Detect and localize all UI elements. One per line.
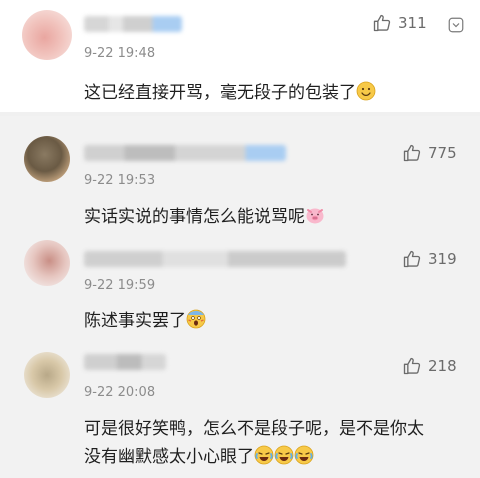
reply-text: 实话实说的事情怎么能说骂呢 — [84, 202, 325, 227]
reply-text-line2: 没有幽默感太小心眼了 — [84, 442, 314, 467]
reply-time: 9-22 19:59 — [84, 278, 156, 293]
username-blurred[interactable] — [84, 354, 166, 370]
like-count: 218 — [428, 357, 457, 375]
laugh-cry-emoji — [254, 445, 274, 465]
laugh-cry-emoji — [274, 445, 294, 465]
laugh-cry-emoji — [294, 445, 314, 465]
more-options-icon[interactable] — [447, 16, 465, 34]
username-blurred[interactable] — [84, 16, 182, 32]
smile-emoji — [356, 81, 376, 101]
reply-time: 9-22 20:08 — [84, 385, 156, 400]
like-count: 319 — [428, 250, 457, 268]
avatar[interactable] — [24, 352, 70, 398]
comment-time: 9-22 19:48 — [84, 46, 156, 61]
like-count: 311 — [398, 14, 427, 32]
thumbs-up-icon — [373, 14, 391, 32]
thumbs-up-icon — [403, 144, 421, 162]
like-button[interactable]: 218 — [402, 356, 457, 376]
pig-emoji — [306, 208, 324, 224]
avatar[interactable] — [24, 240, 70, 286]
reply-text: 陈述事实罢了 — [84, 306, 206, 331]
thumbs-up-icon — [403, 250, 421, 268]
top-comment: 9-22 19:48 311 这已经直接开骂，毫无段子的包装了 — [0, 0, 480, 116]
like-count: 775 — [428, 144, 457, 162]
like-button[interactable]: 311 — [372, 13, 427, 33]
username-blurred[interactable] — [84, 145, 286, 161]
avatar[interactable] — [24, 136, 70, 182]
scream-emoji — [186, 309, 206, 329]
reply-text-line1: 可是很好笑鸭，怎么不是段子呢，是不是你太 — [84, 419, 424, 439]
like-button[interactable]: 319 — [402, 249, 457, 269]
like-button[interactable]: 775 — [402, 143, 457, 163]
reply-time: 9-22 19:53 — [84, 173, 156, 188]
username-blurred[interactable] — [84, 251, 346, 267]
avatar[interactable] — [22, 10, 72, 60]
reply-list: 9-22 19:53 775 实话实说的事情怎么能说骂呢 9-22 19:59 … — [0, 116, 480, 478]
thumbs-up-icon — [403, 357, 421, 375]
comment-text: 这已经直接开骂，毫无段子的包装了 — [84, 78, 376, 103]
